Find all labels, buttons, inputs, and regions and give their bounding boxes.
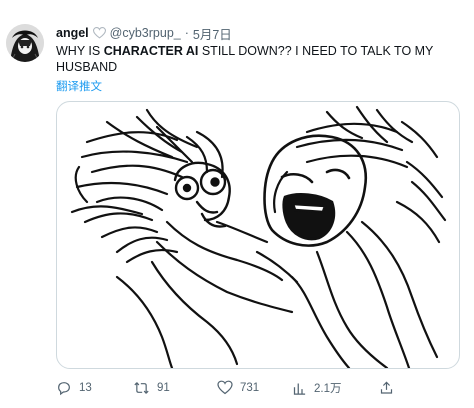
like-count: 731 [240, 381, 260, 394]
tweet-date[interactable]: 5月7日 [193, 24, 232, 43]
retweet-count: 91 [157, 382, 170, 394]
tweet-actions: 13 91 731 2.1万 [56, 380, 406, 400]
tweet-text-pre: WHY IS [56, 44, 104, 58]
like-heart-icon [217, 380, 233, 395]
author-name[interactable]: angel [56, 26, 89, 40]
tweet: angel @cyb3rpup_ · 5月7日 WHY IS CHARACTER… [0, 0, 474, 408]
reply-icon [58, 382, 70, 396]
avatar-image [6, 24, 44, 62]
tweet-text: WHY IS CHARACTER AI STILL DOWN?? I NEED … [56, 43, 461, 75]
reply-button[interactable]: 13 [56, 380, 92, 396]
views-button[interactable]: 2.1万 [292, 380, 342, 396]
separator-dot: · [184, 26, 189, 40]
retweet-icon [134, 382, 149, 394]
views-chart-icon [293, 383, 306, 395]
author-handle[interactable]: @cyb3rpup_ [110, 26, 181, 40]
translate-tweet-link[interactable]: 翻译推文 [56, 78, 102, 94]
share-icon [380, 381, 393, 394]
sketch-drawing [70, 105, 447, 368]
tweet-media-image[interactable] [56, 101, 460, 369]
tweet-header: angel @cyb3rpup_ · 5月7日 [56, 24, 466, 42]
reply-count: 13 [79, 382, 92, 394]
like-button[interactable]: 731 [217, 380, 259, 395]
share-button[interactable] [379, 380, 394, 396]
views-count: 2.1万 [314, 383, 342, 395]
heart-outline-icon [92, 27, 106, 39]
avatar[interactable] [6, 24, 44, 62]
tweet-text-bold: CHARACTER AI [103, 44, 199, 58]
retweet-button[interactable]: 91 [133, 380, 170, 396]
